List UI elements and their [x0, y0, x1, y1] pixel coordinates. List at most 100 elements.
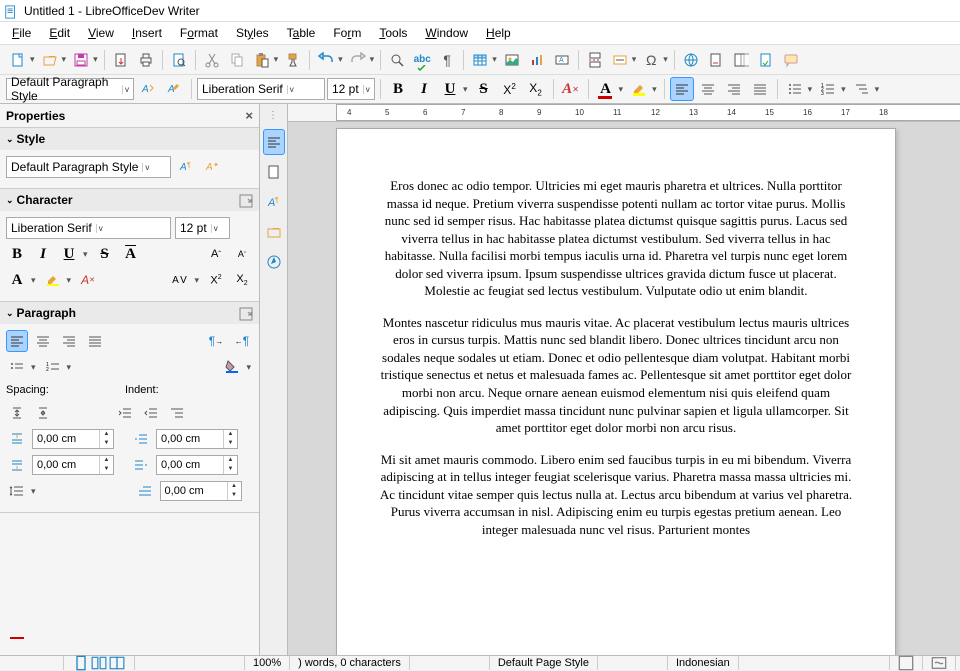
document-page[interactable]: Eros donec ac odio tempor. Ultricies mi … [336, 128, 896, 655]
redo-button[interactable] [346, 48, 370, 72]
print-preview-button[interactable] [167, 48, 191, 72]
undo-button[interactable] [314, 48, 338, 72]
sidebar-menu-icon[interactable]: ⋮ [268, 110, 279, 121]
new-style-icon[interactable]: A✦ [201, 156, 223, 178]
dropdown-icon[interactable]: ▾ [31, 275, 36, 286]
highlight-button[interactable] [627, 77, 651, 101]
sidebar-tab-page[interactable] [263, 159, 285, 185]
dropdown-icon[interactable]: ▾ [338, 54, 343, 65]
sb-shrink-font-button[interactable]: Aˇ [231, 243, 253, 265]
sidebar-tab-properties[interactable] [263, 129, 285, 155]
spin-down[interactable]: ▼ [100, 439, 113, 448]
status-insert-mode[interactable] [860, 656, 890, 670]
sidebar-character-header[interactable]: ⌄ Character [0, 189, 259, 211]
sb-bold-button[interactable]: B [6, 243, 28, 265]
number-list-button[interactable]: 123 [816, 77, 840, 101]
dropdown-icon[interactable]: ▾ [93, 54, 98, 65]
spin-up[interactable]: ▲ [100, 430, 113, 439]
sb-charspacing-button[interactable]: AV [169, 269, 191, 291]
font-name-combo[interactable]: Liberation Serifv [197, 78, 325, 100]
indent-first-input[interactable]: 0,00 cm▲▼ [160, 481, 242, 501]
font-size-combo[interactable]: 12 ptv [327, 78, 375, 100]
status-selection-mode[interactable] [890, 656, 923, 670]
status-language[interactable]: Indonesian [668, 656, 739, 670]
indent-after-input[interactable]: 0,00 cm▲▼ [156, 455, 238, 475]
sb-align-center-button[interactable] [32, 330, 54, 352]
find-button[interactable] [385, 48, 409, 72]
sb-align-justify-button[interactable] [84, 330, 106, 352]
hanging-indent-icon[interactable] [166, 402, 188, 424]
sb-fontcolor-button[interactable]: A [6, 269, 28, 291]
insert-chart-button[interactable] [525, 48, 549, 72]
bullet-list-button[interactable] [783, 77, 807, 101]
italic-button[interactable]: I [412, 77, 436, 101]
insert-table-button[interactable] [468, 48, 492, 72]
sidebar-paragraph-style-combo[interactable]: Default Paragraph Stylev [6, 156, 171, 178]
superscript-button[interactable]: X2 [498, 77, 522, 101]
copy-button[interactable] [225, 48, 249, 72]
sidebar-fontsize-combo[interactable]: 12 ptv [175, 217, 230, 239]
insert-image-button[interactable] [500, 48, 524, 72]
align-center-button[interactable] [696, 77, 720, 101]
dropdown-icon[interactable]: ▾ [875, 84, 880, 95]
horizontal-ruler[interactable]: 456789101112131415161718 [288, 104, 960, 122]
dropdown-icon[interactable]: ▾ [31, 486, 36, 497]
insert-pagebreak-button[interactable] [583, 48, 607, 72]
save-button[interactable] [69, 48, 93, 72]
dropdown-icon[interactable]: ▾ [31, 362, 36, 373]
status-zoom[interactable]: 100% [245, 656, 290, 670]
dropdown-icon[interactable]: ▾ [463, 84, 468, 95]
multi-page-icon[interactable] [91, 657, 107, 669]
dropdown-icon[interactable]: ▾ [246, 362, 251, 373]
dropdown-icon[interactable]: ▾ [67, 362, 72, 373]
insert-hyperlink-button[interactable] [679, 48, 703, 72]
open-button[interactable] [38, 48, 62, 72]
clone-formatting-button[interactable] [281, 48, 305, 72]
menu-edit[interactable]: Edit [41, 24, 78, 42]
dropdown-icon[interactable]: ▾ [370, 54, 375, 65]
new-style-button[interactable]: A [162, 77, 186, 101]
menu-file[interactable]: File [4, 24, 39, 42]
dropdown-icon[interactable]: ▾ [619, 84, 624, 95]
menu-window[interactable]: Window [417, 24, 476, 42]
bold-button[interactable]: B [386, 77, 410, 101]
outline-button[interactable] [850, 77, 874, 101]
linespacing-icon[interactable] [6, 480, 28, 502]
align-left-button[interactable] [670, 77, 694, 101]
update-style-button[interactable]: A [136, 77, 160, 101]
dropdown-icon[interactable]: ▾ [194, 275, 199, 286]
dropdown-icon[interactable]: ▾ [632, 54, 637, 65]
sb-numberlist-button[interactable]: 12 [42, 356, 64, 378]
align-right-button[interactable] [722, 77, 746, 101]
dropdown-icon[interactable]: ▾ [83, 249, 88, 260]
print-button[interactable] [134, 48, 158, 72]
menu-styles[interactable]: Styles [228, 24, 277, 42]
sb-overline-button[interactable]: A [120, 243, 142, 265]
insert-textbox-button[interactable]: A [550, 48, 574, 72]
sb-grow-font-button[interactable]: Aˆ [205, 243, 227, 265]
status-signature[interactable] [923, 656, 956, 670]
insert-symbol-button[interactable]: Ω [639, 48, 663, 72]
menu-view[interactable]: View [80, 24, 122, 42]
spin-up[interactable]: ▲ [224, 430, 237, 439]
paragraph[interactable]: Montes nascetur ridiculus mus mauris vit… [377, 314, 855, 437]
spin-up[interactable]: ▲ [228, 482, 241, 491]
align-justify-button[interactable] [748, 77, 772, 101]
more-options-icon[interactable] [239, 193, 253, 207]
sidebar-tab-gallery[interactable] [263, 219, 285, 245]
paragraph-style-combo[interactable]: Default Paragraph Stylev [6, 78, 134, 100]
spin-down[interactable]: ▼ [100, 465, 113, 474]
sb-bulletlist-button[interactable] [6, 356, 28, 378]
spin-down[interactable]: ▼ [224, 439, 237, 448]
close-icon[interactable]: × [245, 108, 253, 123]
sidebar-tab-navigator[interactable] [263, 249, 285, 275]
font-color-button[interactable]: A [594, 77, 618, 101]
cut-button[interactable] [200, 48, 224, 72]
decrease-spacing-icon[interactable] [32, 402, 54, 424]
dropdown-icon[interactable]: ▾ [841, 84, 846, 95]
dropdown-icon[interactable]: ▾ [274, 54, 279, 65]
spellcheck-button[interactable]: abc [410, 48, 434, 72]
space-above-input[interactable]: 0,00 cm▲▼ [32, 429, 114, 449]
dropdown-icon[interactable]: ▾ [62, 54, 67, 65]
new-button[interactable] [6, 48, 30, 72]
